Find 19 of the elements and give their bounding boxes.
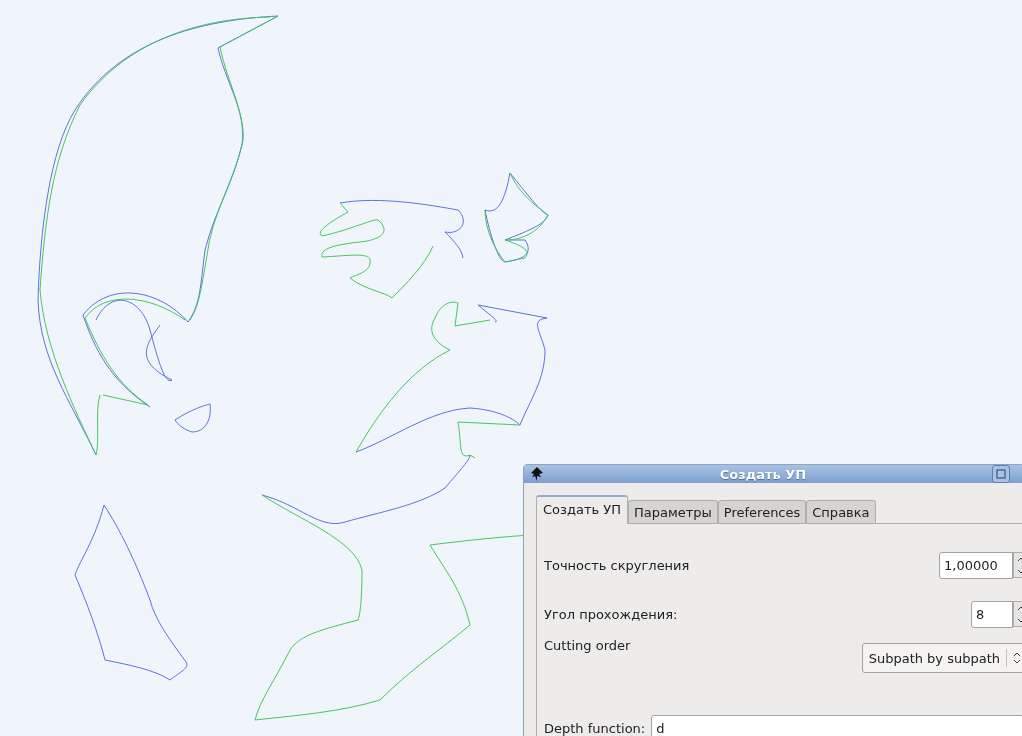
field-label: Depth function: [544,720,646,736]
field-label: Точность скругления [544,557,690,573]
tab[interactable]: Preferences [717,500,807,523]
input-field[interactable]: d [651,714,1022,736]
app-logo-icon [530,467,544,481]
tab[interactable]: Справка [806,500,876,523]
caret-up-icon [1017,605,1022,611]
field-label: Cutting order [544,638,631,653]
window-title: Создать УП [718,466,808,482]
maximize-button[interactable] [992,465,1010,483]
dropdown[interactable]: Subpath by subpath [861,643,1022,673]
tab[interactable]: Параметры [627,500,718,523]
maximize-icon [996,469,1006,479]
caret-up-icon [1017,556,1022,562]
field-label: Угол прохождения: [544,606,678,622]
caret-down-icon [1017,568,1022,574]
caret-down-icon [1017,617,1022,623]
tab[interactable]: Создать УП [536,495,628,524]
updown-caret-icon [1013,652,1021,664]
